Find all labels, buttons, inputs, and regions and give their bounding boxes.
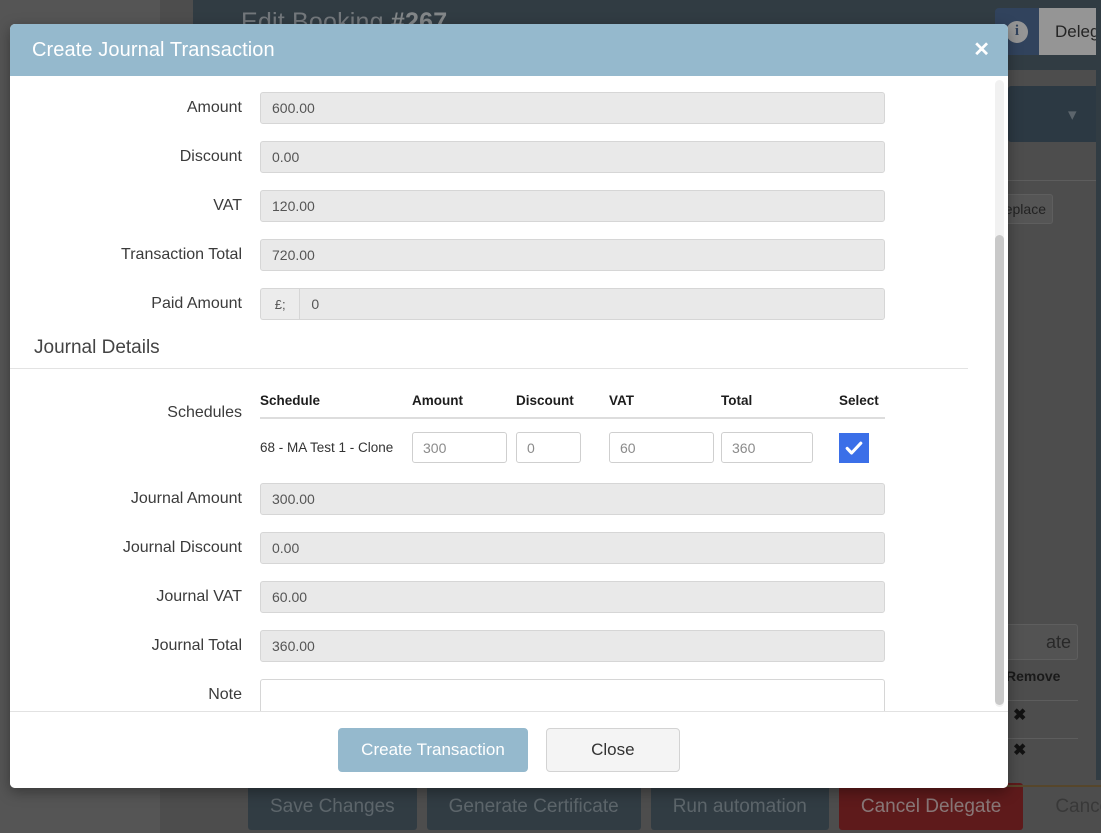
amount-input[interactable] [260, 92, 885, 124]
label-discount: Discount [10, 141, 260, 173]
dialog-scrollbar-thumb[interactable] [995, 235, 1004, 705]
field-row-journal-total: Journal Total [10, 630, 990, 662]
cell-schedule-name: 68 - MA Test 1 - Clone [260, 418, 412, 463]
label-paid-amount: Paid Amount [10, 288, 260, 320]
label-journal-vat: Journal VAT [10, 581, 260, 613]
cell-total [721, 418, 839, 463]
row-amount-input[interactable] [412, 432, 507, 463]
check-icon [844, 438, 864, 458]
field-row-journal-vat: Journal VAT [10, 581, 990, 613]
journal-total-input[interactable] [260, 630, 885, 662]
row-total-input[interactable] [721, 432, 813, 463]
column-header-amount: Amount [412, 393, 516, 418]
field-row-transaction-total: Transaction Total [10, 239, 990, 271]
column-header-total: Total [721, 393, 839, 418]
paid-amount-input[interactable] [299, 288, 885, 320]
label-amount: Amount [10, 92, 260, 124]
label-journal-discount: Journal Discount [10, 532, 260, 564]
row-discount-input[interactable] [516, 432, 581, 463]
close-icon[interactable]: ✕ [973, 40, 990, 60]
journal-details-heading: Journal Details [10, 337, 968, 369]
control-vat [260, 190, 885, 222]
field-row-amount: Amount [10, 92, 990, 124]
field-row-note: Note [10, 679, 990, 711]
control-journal-amount [260, 483, 885, 515]
label-note: Note [10, 679, 260, 711]
table-row: 68 - MA Test 1 - Clone [260, 418, 885, 463]
transaction-total-input[interactable] [260, 239, 885, 271]
field-row-vat: VAT [10, 190, 990, 222]
journal-discount-input[interactable] [260, 532, 885, 564]
column-header-discount: Discount [516, 393, 609, 418]
create-transaction-button[interactable]: Create Transaction [338, 728, 528, 772]
control-journal-total [260, 630, 885, 662]
column-header-schedule: Schedule [260, 393, 412, 418]
label-transaction-total: Transaction Total [10, 239, 260, 271]
schedules-table: Schedule Amount Discount VAT Total Selec… [260, 393, 885, 463]
paid-amount-input-group: £; [260, 288, 885, 320]
journal-amount-input[interactable] [260, 483, 885, 515]
control-journal-discount [260, 532, 885, 564]
cell-amount [412, 418, 516, 463]
field-row-journal-discount: Journal Discount [10, 532, 990, 564]
label-schedules: Schedules [10, 393, 260, 423]
field-row-paid-amount: Paid Amount £; [10, 288, 990, 320]
row-vat-input[interactable] [609, 432, 714, 463]
control-journal-vat [260, 581, 885, 613]
field-row-journal-amount: Journal Amount [10, 483, 990, 515]
dialog-footer: Create Transaction Close [10, 711, 1008, 788]
control-discount [260, 141, 885, 173]
create-journal-transaction-dialog: Create Journal Transaction ✕ Amount Disc… [10, 24, 1008, 788]
control-note [260, 679, 885, 711]
cell-select [839, 418, 885, 463]
discount-input[interactable] [260, 141, 885, 173]
control-transaction-total [260, 239, 885, 271]
journal-vat-input[interactable] [260, 581, 885, 613]
table-header-row: Schedule Amount Discount VAT Total Selec… [260, 393, 885, 418]
dialog-body: Amount Discount VAT Tra [10, 76, 1008, 711]
control-amount [260, 92, 885, 124]
dialog-title: Create Journal Transaction [32, 39, 275, 62]
column-header-select: Select [839, 393, 885, 418]
dialog-scrollbar[interactable] [995, 80, 1004, 707]
currency-prefix: £; [260, 288, 299, 320]
cell-discount [516, 418, 609, 463]
dialog-scroll-area: Amount Discount VAT Tra [10, 92, 1008, 711]
field-row-schedules: Schedules Schedule Amount Discount VAT T… [10, 393, 990, 463]
control-paid-amount: £; [260, 288, 885, 320]
control-schedules: Schedule Amount Discount VAT Total Selec… [260, 393, 885, 463]
column-header-vat: VAT [609, 393, 721, 418]
vat-input[interactable] [260, 190, 885, 222]
label-journal-amount: Journal Amount [10, 483, 260, 515]
close-button[interactable]: Close [546, 728, 680, 772]
field-row-discount: Discount [10, 141, 990, 173]
cell-vat [609, 418, 721, 463]
note-textarea[interactable] [260, 679, 885, 711]
dialog-header: Create Journal Transaction ✕ [10, 24, 1008, 76]
label-journal-total: Journal Total [10, 630, 260, 662]
label-vat: VAT [10, 190, 260, 222]
row-select-checkbox[interactable] [839, 433, 869, 463]
